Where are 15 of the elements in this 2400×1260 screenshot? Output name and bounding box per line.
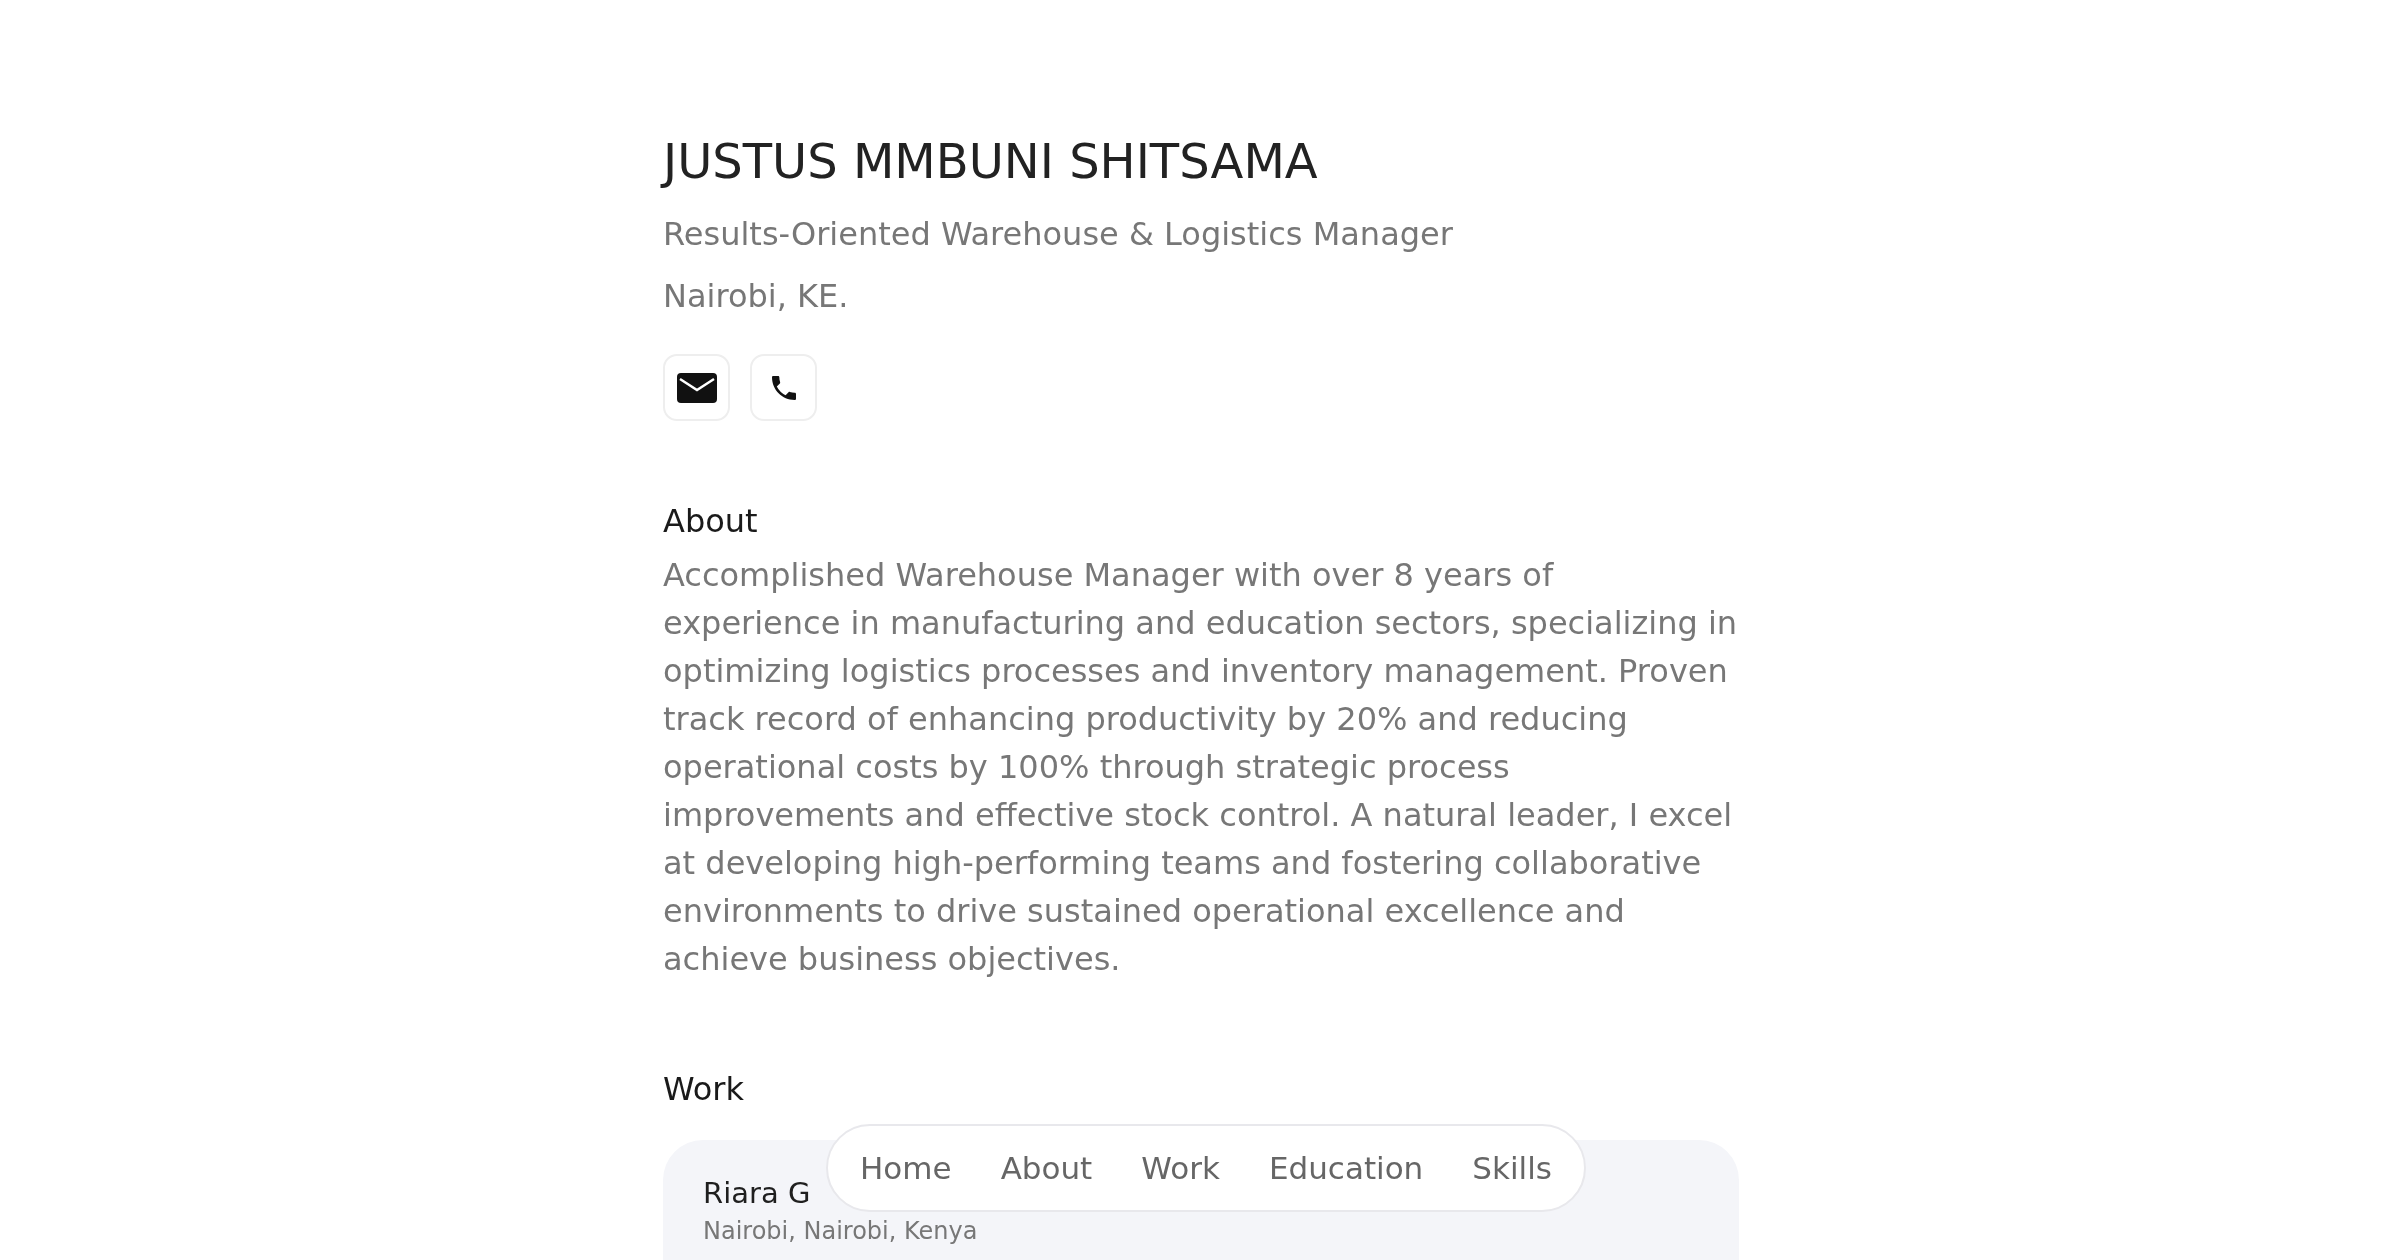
location-text: Nairobi, KE. (663, 276, 850, 316)
job-title: Riara G (703, 1175, 811, 1212)
job-location: Nairobi, Nairobi, Kenya (703, 1217, 978, 1245)
nav-link[interactable]: About (1000, 1150, 1093, 1186)
phone-button[interactable] (750, 354, 817, 421)
nav-link[interactable]: Education (1268, 1150, 1424, 1186)
section-heading: Work (663, 1069, 746, 1110)
nav-link[interactable]: Home (860, 1150, 952, 1186)
nav-link[interactable]: Work (1141, 1150, 1220, 1186)
section-heading: About (663, 501, 759, 542)
about-paragraph: Accomplished Warehouse Manager with over 8 years of experience in manufacturing and education sectors, specializing in optimizing logistics processes and inventory management. Proven track record of enhancing productivity by 20% and reducing operational costs by 100% through strategic process improvements and effective stock control. A natural leader, I excel at developing high-performing teams and fostering collaborative environments to drive sustained operational excellence and achieve business objectives. (663, 555, 1739, 980)
nav-link[interactable]: Skills (1472, 1150, 1552, 1186)
email-icon (676, 372, 717, 403)
email-button[interactable] (663, 354, 730, 421)
headline: Results-Oriented Warehouse & Logistics Manager (663, 214, 1454, 254)
